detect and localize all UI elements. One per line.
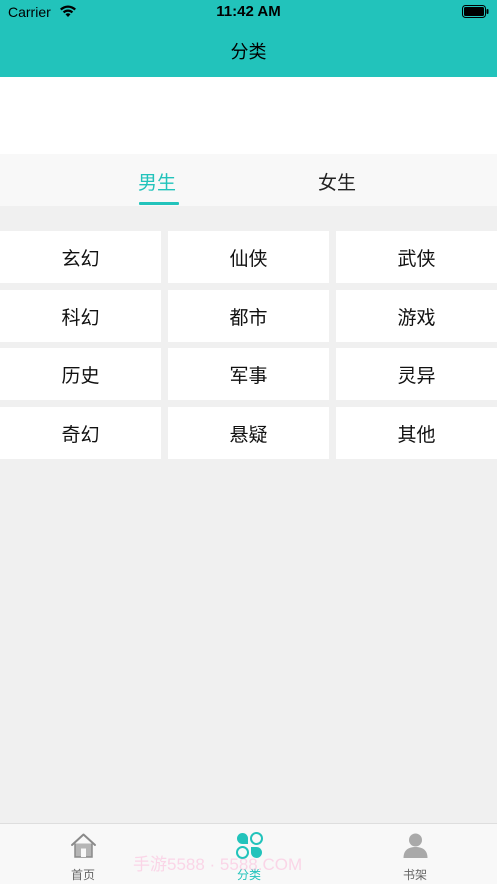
- battery-icon: [462, 5, 489, 18]
- category-item[interactable]: 玄幻: [0, 231, 161, 283]
- category-item[interactable]: 科幻: [0, 290, 161, 342]
- category-item[interactable]: 军事: [168, 348, 329, 400]
- category-item[interactable]: 仙侠: [168, 231, 329, 283]
- tab-bar-label: 分类: [236, 868, 261, 882]
- tab-bar-label: 书架: [402, 868, 427, 882]
- user-icon: [403, 833, 428, 858]
- bottom-tab-bar: 首页 分类 书架: [0, 823, 497, 884]
- category-item[interactable]: 奇幻: [0, 407, 161, 459]
- home-icon: [71, 833, 96, 858]
- gender-tabs: 男生 女生: [0, 154, 497, 206]
- category-item[interactable]: 其他: [336, 407, 497, 459]
- tab-male[interactable]: 男生: [138, 168, 176, 195]
- category-item[interactable]: 灵异: [336, 348, 497, 400]
- banner-area: [0, 77, 497, 154]
- tab-bar-label: 首页: [70, 868, 95, 882]
- category-item[interactable]: 游戏: [336, 290, 497, 342]
- page-title: 分类: [230, 42, 267, 63]
- category-item[interactable]: 历史: [0, 348, 161, 400]
- tab-bar-bookshelf[interactable]: 书架: [332, 824, 497, 884]
- category-icon: [236, 832, 263, 859]
- category-item[interactable]: 武侠: [336, 231, 497, 283]
- status-bar: Carrier 11:42 AM: [0, 0, 497, 26]
- tab-bar-category[interactable]: 分类: [166, 824, 332, 884]
- header: Carrier 11:42 AM 分类: [0, 0, 497, 77]
- active-tab-indicator: [139, 202, 179, 205]
- category-item[interactable]: 都市: [168, 290, 329, 342]
- tab-bar-home[interactable]: 首页: [0, 824, 166, 884]
- tab-female[interactable]: 女生: [318, 168, 356, 195]
- clock: 11:42 AM: [216, 3, 281, 20]
- category-item[interactable]: 悬疑: [168, 407, 329, 459]
